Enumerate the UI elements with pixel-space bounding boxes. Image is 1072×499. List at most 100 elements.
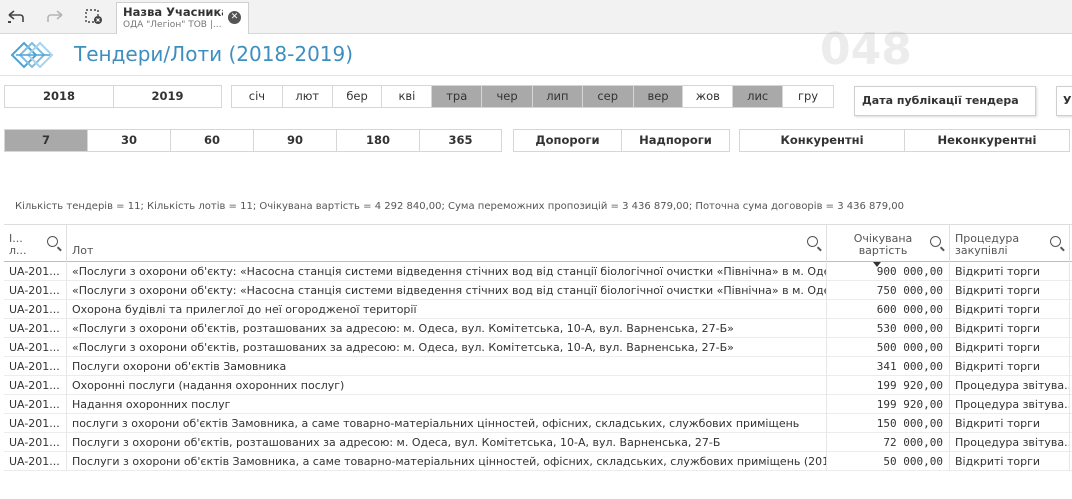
month-3[interactable]: бер <box>333 86 383 107</box>
days-30[interactable]: 30 <box>88 130 171 151</box>
table-row[interactable]: UA-201... Послуги з охорони об'єктів, роз… <box>4 433 1072 452</box>
table-row[interactable]: UA-201... послуги з охорони об'єктів Замо… <box>4 414 1072 433</box>
cell-procedure[interactable]: Процедура звітува... <box>950 376 1070 395</box>
month-5[interactable]: тра <box>432 86 483 107</box>
participant-filter[interactable]: Уч <box>1056 86 1072 116</box>
cell-id[interactable]: UA-201... <box>4 452 67 471</box>
days-60[interactable]: 60 <box>171 130 254 151</box>
cell-expected-value[interactable]: 900 000,00 <box>827 262 950 281</box>
month-filter: січ лют бер кві тра чер лип сер вер жов лис гру <box>231 85 834 108</box>
cell-expected-value[interactable]: 150 000,00 <box>827 414 950 433</box>
cell-lot[interactable]: Послуги з охорони об'єктів, розташованих… <box>67 433 827 452</box>
month-6[interactable]: чер <box>482 86 533 107</box>
cell-expected-value[interactable]: 530 000,00 <box>827 319 950 338</box>
month-10[interactable]: жов <box>683 86 734 107</box>
column-lot[interactable]: Лот <box>67 225 827 262</box>
cell-expected-value[interactable]: 341 000,00 <box>827 357 950 376</box>
cell-id[interactable]: UA-201... <box>4 376 67 395</box>
cell-lot[interactable]: Надання охоронних послуг <box>67 395 827 414</box>
search-icon[interactable] <box>47 236 58 247</box>
cell-expected-value[interactable]: 500 000,00 <box>827 338 950 357</box>
table-row[interactable]: UA-201... «Послуги з охорони об'єктів, ро… <box>4 338 1072 357</box>
month-8[interactable]: сер <box>582 86 634 107</box>
days-90[interactable]: 90 <box>254 130 337 151</box>
cell-expected-value[interactable]: 199 920,00 <box>827 376 950 395</box>
column-id[interactable]: І... л... <box>4 225 67 262</box>
cell-id[interactable]: UA-201... <box>4 262 67 281</box>
cell-procedure[interactable]: Відкриті торги <box>950 357 1070 376</box>
table-row[interactable]: UA-201... Надання охоронних послуг 199 920… <box>4 395 1072 414</box>
column-procedure[interactable]: Процедура закупівлі <box>950 225 1070 262</box>
cell-procedure[interactable]: Відкриті торги <box>950 262 1070 281</box>
cell-id[interactable]: UA-201... <box>4 338 67 357</box>
cell-lot[interactable]: «Послуги з охорони об'єктів, розташовани… <box>67 338 827 357</box>
year-2019[interactable]: 2019 <box>114 86 221 107</box>
days-365[interactable]: 365 <box>420 130 501 151</box>
clear-selections-icon[interactable] <box>83 7 105 27</box>
cell-id[interactable]: UA-201... <box>4 433 67 452</box>
cell-id[interactable]: UA-201... <box>4 281 67 300</box>
cell-expected-value[interactable]: 50 000,00 <box>827 452 950 471</box>
cell-lot[interactable]: «Послуги з охорони об'єктів, розташовани… <box>67 319 827 338</box>
competition-filter: Конкурентні Неконкурентні <box>739 129 1070 152</box>
search-icon[interactable] <box>930 236 941 247</box>
cell-procedure[interactable]: Процедура звітува... <box>950 433 1070 452</box>
step-forward-icon[interactable] <box>44 7 66 27</box>
sort-descending-icon[interactable] <box>873 262 881 267</box>
publication-date-filter[interactable]: Дата публікації тендера <box>854 86 1036 116</box>
cell-procedure[interactable]: Відкриті торги <box>950 414 1070 433</box>
cell-id[interactable]: UA-201... <box>4 395 67 414</box>
cell-procedure[interactable]: Відкриті торги <box>950 319 1070 338</box>
cell-lot[interactable]: Охоронні послуги (надання охоронних посл… <box>67 376 827 395</box>
competitive-button[interactable]: Конкурентні <box>740 130 905 151</box>
cell-procedure[interactable]: Відкриті торги <box>950 281 1070 300</box>
table-body: UA-201... «Послуги з охорони об'єкту: «На… <box>4 262 1072 471</box>
month-4[interactable]: кві <box>382 86 433 107</box>
table-row[interactable]: UA-201... «Послуги з охорони об'єкту: «На… <box>4 281 1072 300</box>
cell-procedure[interactable]: Відкриті торги <box>950 300 1070 319</box>
cell-id[interactable]: UA-201... <box>4 319 67 338</box>
search-icon[interactable] <box>1050 236 1061 247</box>
month-7[interactable]: лип <box>532 86 583 107</box>
cell-expected-value[interactable]: 750 000,00 <box>827 281 950 300</box>
above-threshold-button[interactable]: Надпороги <box>622 130 729 151</box>
cell-lot[interactable]: послуги з охорони об'єктів Замовника, а … <box>67 414 827 433</box>
days-180[interactable]: 180 <box>337 130 420 151</box>
cell-lot[interactable]: «Послуги з охорони об'єкту: «Насосна ста… <box>67 262 827 281</box>
search-icon[interactable] <box>807 236 818 247</box>
cell-id[interactable]: UA-201... <box>4 357 67 376</box>
cell-lot[interactable]: Послуги з охорони об'єктів Замовника, а … <box>67 452 827 471</box>
month-11[interactable]: лис <box>733 86 784 107</box>
cell-id[interactable]: UA-201... <box>4 414 67 433</box>
month-2[interactable]: лют <box>283 86 333 107</box>
selection-tab[interactable]: Назва Учасника... ОДА "Легіон" ТОВ |... … <box>116 2 249 34</box>
cell-procedure[interactable]: Відкриті торги <box>950 338 1070 357</box>
cell-expected-value[interactable]: 600 000,00 <box>827 300 950 319</box>
cell-expected-value[interactable]: 72 000,00 <box>827 433 950 452</box>
cell-procedure[interactable]: Відкриті торги <box>950 452 1070 471</box>
column-expected-value[interactable]: Очікувана вартість <box>827 225 950 262</box>
cell-id[interactable]: UA-201... <box>4 300 67 319</box>
month-1[interactable]: січ <box>232 86 283 107</box>
selection-field-value: ОДА "Легіон" ТОВ |... <box>123 20 222 30</box>
table-row[interactable]: UA-201... Охорона будівлі та прилеглої до… <box>4 300 1072 319</box>
table-row[interactable]: UA-201... «Послуги з охорони об'єкту: «На… <box>4 262 1072 281</box>
table-row[interactable]: UA-201... Послуги з охорони об'єктів Замо… <box>4 452 1072 471</box>
cell-lot[interactable]: Послуги охорони об'єктів Замовника <box>67 357 827 376</box>
non-competitive-button[interactable]: Неконкурентні <box>905 130 1069 151</box>
step-back-icon[interactable] <box>5 7 27 27</box>
table-row[interactable]: UA-201... «Послуги з охорони об'єктів, ро… <box>4 319 1072 338</box>
below-threshold-button[interactable]: Допороги <box>514 130 622 151</box>
days-7[interactable]: 7 <box>5 130 88 151</box>
year-2018[interactable]: 2018 <box>5 86 114 107</box>
table-row[interactable]: UA-201... Охоронні послуги (надання охоро… <box>4 376 1072 395</box>
close-icon[interactable]: ✕ <box>228 11 241 24</box>
summary-text: Кількість тендерів = 11; Кількість лотів… <box>15 201 904 212</box>
cell-expected-value[interactable]: 199 920,00 <box>827 395 950 414</box>
cell-lot[interactable]: «Послуги з охорони об'єкту: «Насосна ста… <box>67 281 827 300</box>
month-12[interactable]: гру <box>783 86 833 107</box>
cell-lot[interactable]: Охорона будівлі та прилеглої до неї огор… <box>67 300 827 319</box>
table-row[interactable]: UA-201... Послуги охорони об'єктів Замовн… <box>4 357 1072 376</box>
month-9[interactable]: вер <box>633 86 684 107</box>
cell-procedure[interactable]: Процедура звітува... <box>950 395 1070 414</box>
